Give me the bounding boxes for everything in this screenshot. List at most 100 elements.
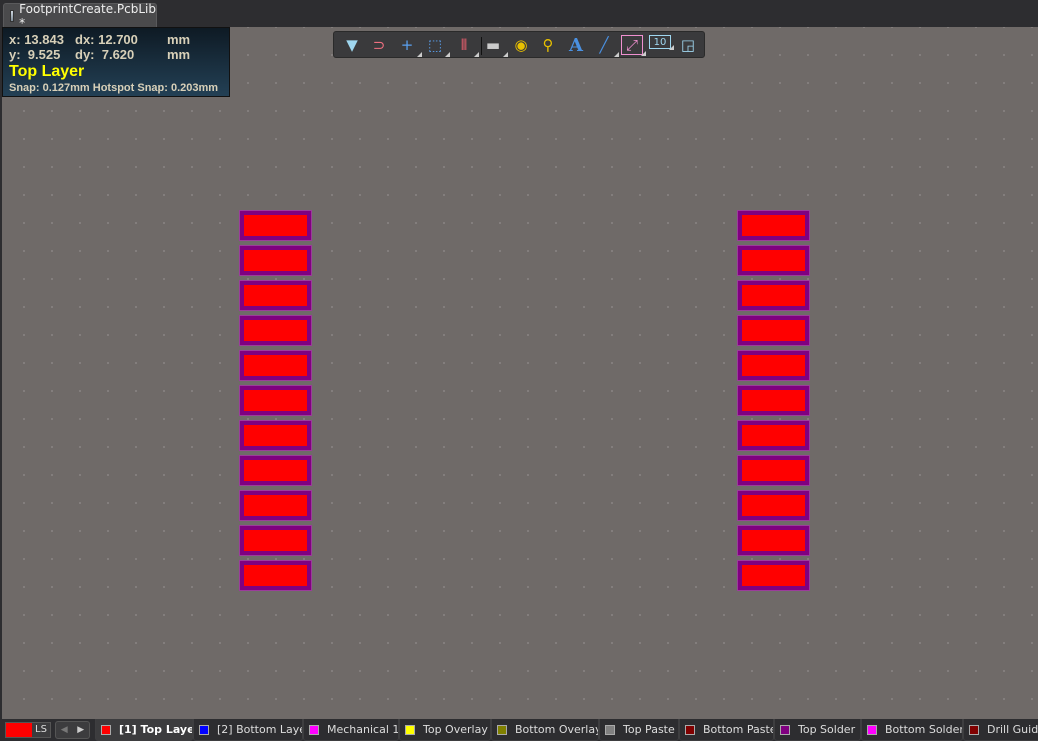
heads-up-display: x: 13.843 dx: 12.700 mm y: 9.525 dy: 7.6…: [2, 27, 230, 97]
text-icon[interactable]: A: [565, 35, 587, 56]
smd-pad[interactable]: [737, 420, 810, 451]
layer-tab[interactable]: Top Overlay: [399, 719, 491, 741]
smd-pad[interactable]: [239, 315, 312, 346]
pad-copper: [742, 460, 805, 481]
layer-tab[interactable]: Top Solder: [774, 719, 861, 741]
layer-tab-label: Top Solder: [798, 723, 856, 736]
dy-label: dy:: [75, 47, 95, 62]
smd-pad[interactable]: [737, 245, 810, 276]
smd-pad[interactable]: [737, 560, 810, 591]
x-label: x:: [9, 32, 21, 47]
dy-value: 7.620: [101, 47, 135, 62]
pad-copper: [742, 390, 805, 411]
select-rect-icon[interactable]: ⬚: [424, 35, 450, 57]
active-bar-toolbar: ▼ ⊃ + ⬚ ⫴ ▬ ◉ ⚲ A ╱ ⤢ 10 ◲: [333, 31, 705, 58]
layer-tab[interactable]: Bottom Paste: [679, 719, 774, 741]
layer-tab[interactable]: [2] Bottom Layer: [193, 719, 303, 741]
layer-tab[interactable]: Mechanical 1: [303, 719, 399, 741]
smd-pad[interactable]: [737, 210, 810, 241]
smd-pad[interactable]: [239, 560, 312, 591]
pad-copper: [742, 250, 805, 271]
layer-scroll: ◀ ▶: [55, 721, 90, 739]
scroll-left-icon[interactable]: ◀: [56, 722, 73, 738]
layer-color-swatch: [685, 724, 695, 735]
document-tab-bar: FootprintCreate.PcbLib *: [0, 0, 1038, 30]
unit: mm: [167, 32, 191, 47]
crosshair-move-icon[interactable]: +: [396, 35, 422, 57]
region-icon[interactable]: ◲: [677, 35, 699, 55]
layer-tab-label: [1] Top Layer: [119, 723, 193, 736]
pad-copper: [742, 495, 805, 516]
y-value: 9.525: [27, 47, 61, 62]
layer-tab[interactable]: [1] Top Layer: [95, 719, 193, 741]
smd-pad[interactable]: [239, 490, 312, 521]
pad-copper: [244, 355, 307, 376]
layer-tab[interactable]: Bottom Solder: [861, 719, 963, 741]
pad-copper: [244, 285, 307, 306]
unit: mm: [167, 47, 191, 62]
filter-icon[interactable]: ▼: [341, 35, 363, 55]
smd-pad[interactable]: [239, 280, 312, 311]
document-tab-title: FootprintCreate.PcbLib *: [19, 1, 156, 30]
layer-tab-label: Bottom Paste: [703, 723, 774, 736]
layer-color-swatch: [309, 724, 319, 735]
scroll-right-icon[interactable]: ▶: [73, 722, 90, 738]
snap-info: Snap: 0.127mm Hotspot Snap: 0.203mm: [9, 82, 219, 94]
layer-tab-label: Bottom Solder: [885, 723, 963, 736]
smd-pad[interactable]: [737, 280, 810, 311]
layer-tab-label: Top Overlay: [423, 723, 488, 736]
dimension-icon[interactable]: ⤢: [621, 35, 646, 56]
layer-color-swatch: [497, 724, 507, 735]
pad-copper: [742, 320, 805, 341]
pad-copper: [244, 565, 307, 586]
pcblib-document-icon: [10, 9, 15, 22]
pad-copper: [244, 530, 307, 551]
pad-copper: [742, 565, 805, 586]
layer-tab-label: Mechanical 1: [327, 723, 399, 736]
smd-pad[interactable]: [239, 210, 312, 241]
layer-tab-label: Drill Guide: [987, 723, 1038, 736]
smd-pad[interactable]: [737, 525, 810, 556]
smd-pad[interactable]: [239, 525, 312, 556]
layer-tab-label: [2] Bottom Layer: [217, 723, 303, 736]
layer-color-swatch: [780, 724, 790, 735]
layer-tab[interactable]: Bottom Overlay: [491, 719, 599, 741]
align-icon[interactable]: ⫴: [453, 35, 479, 57]
via-icon[interactable]: ⚲: [537, 35, 559, 55]
dx-value: 12.700: [98, 32, 138, 47]
pad-copper: [244, 320, 307, 341]
smd-pad[interactable]: [737, 455, 810, 486]
magnet-select-icon[interactable]: ⊃: [368, 35, 390, 55]
component-icon[interactable]: ▬: [482, 35, 508, 57]
pad-copper: [244, 390, 307, 411]
layer-tab[interactable]: Drill Guide: [963, 719, 1038, 741]
current-layer: Top Layer: [9, 63, 85, 80]
document-tab[interactable]: FootprintCreate.PcbLib *: [3, 1, 157, 30]
smd-pad[interactable]: [239, 455, 312, 486]
line-icon[interactable]: ╱: [593, 35, 619, 57]
pcb-canvas[interactable]: [2, 27, 1038, 719]
x-value: 13.843: [24, 32, 64, 47]
smd-pad[interactable]: [737, 490, 810, 521]
pad-copper: [244, 495, 307, 516]
layer-color-swatch: [101, 724, 111, 735]
layer-tab-label: Bottom Overlay: [515, 723, 599, 736]
layer-tab-label: Top Paste: [623, 723, 675, 736]
pad-icon[interactable]: ◉: [510, 35, 532, 55]
smd-pad[interactable]: [737, 350, 810, 381]
smd-pad[interactable]: [737, 315, 810, 346]
layer-color-swatch: [867, 724, 877, 735]
smd-pad[interactable]: [737, 385, 810, 416]
smd-pad[interactable]: [239, 245, 312, 276]
pad-copper: [244, 460, 307, 481]
smd-pad[interactable]: [239, 385, 312, 416]
layer-color-swatch: [199, 724, 209, 735]
dx-label: dx:: [75, 32, 95, 47]
coordinate-icon[interactable]: 10: [649, 35, 674, 50]
layer-set-button[interactable]: LS: [5, 722, 51, 738]
pad-copper: [742, 285, 805, 306]
smd-pad[interactable]: [239, 350, 312, 381]
pad-copper: [742, 425, 805, 446]
layer-tab[interactable]: Top Paste: [599, 719, 679, 741]
smd-pad[interactable]: [239, 420, 312, 451]
